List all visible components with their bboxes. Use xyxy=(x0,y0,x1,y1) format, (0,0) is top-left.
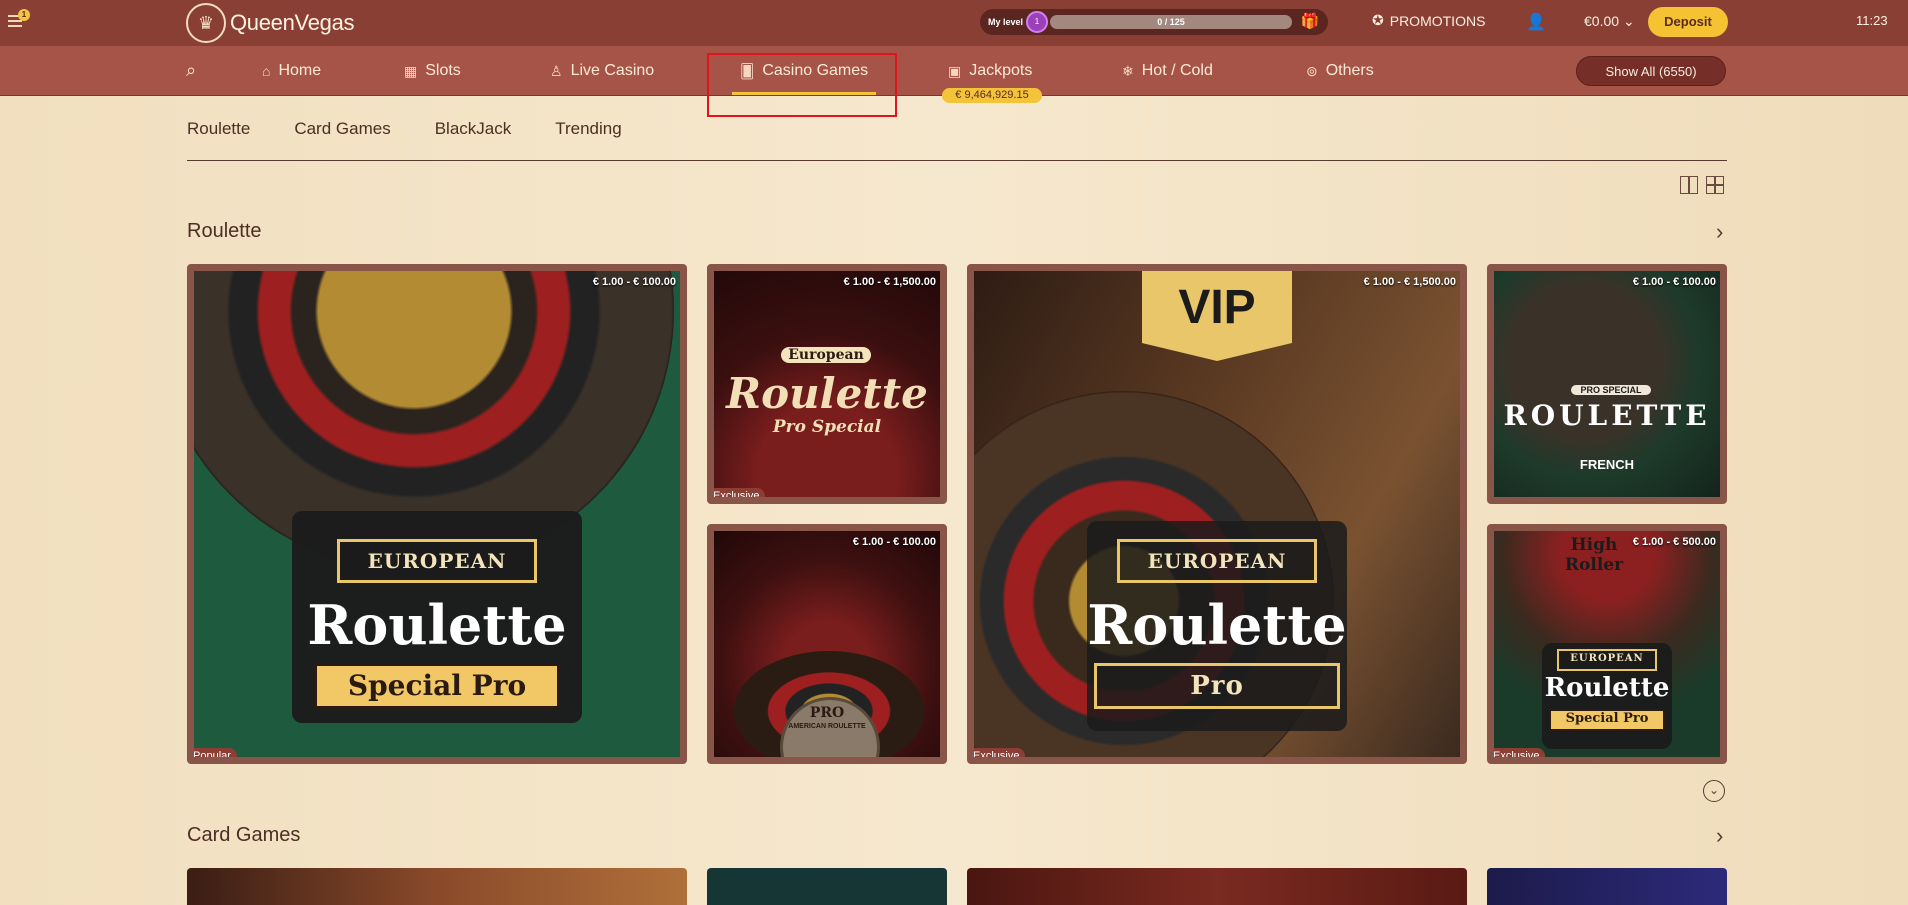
game-tile[interactable] xyxy=(707,868,947,905)
game-title-line1: PRO xyxy=(809,705,845,721)
bet-range: € 1.00 - € 1,500.00 xyxy=(843,276,936,288)
chevron-down-icon: ⌄ xyxy=(1622,13,1635,29)
menu-icon[interactable]: 1 xyxy=(8,9,30,32)
nav-label: Casino Games xyxy=(762,62,869,79)
nav-label: Jackpots xyxy=(969,62,1033,79)
game-tile[interactable]: PRO AMERICAN ROULETTE € 1.00 - € 100.00 xyxy=(707,524,947,764)
level-progress-bar: 0 / 125 xyxy=(1050,15,1292,29)
nav-item-live-casino[interactable]: ♙ Live Casino xyxy=(550,62,654,80)
search-icon[interactable]: ⌕ xyxy=(186,60,206,80)
nav-label: Slots xyxy=(425,62,461,79)
level-progress[interactable]: My level 1 0 / 125 🎁 xyxy=(980,9,1328,35)
user-icon[interactable]: 👤 xyxy=(1526,12,1546,32)
nav-item-others[interactable]: ⊚ Others xyxy=(1306,62,1374,80)
game-tile[interactable]: High Roller EUROPEAN Roulette Special Pr… xyxy=(1487,524,1727,764)
balance-value: €0.00 xyxy=(1584,13,1620,29)
section-title-roulette[interactable]: Roulette xyxy=(187,220,262,243)
nav-item-home[interactable]: ⌂ Home xyxy=(262,62,321,80)
promotions-label: PROMOTIONS xyxy=(1389,12,1486,29)
chevron-right-icon[interactable]: › xyxy=(1716,823,1723,849)
jackpot-amount-badge: € 9,464,929.15 xyxy=(942,88,1042,103)
tab-roulette[interactable]: Roulette xyxy=(187,119,250,139)
subcategory-tabs: Roulette Card Games BlackJack Trending xyxy=(187,119,622,139)
notification-badge: 1 xyxy=(18,9,30,21)
nav-label: Live Casino xyxy=(570,62,655,79)
logo-text: QueenVegas xyxy=(230,10,355,35)
snowflake-icon: ❄ xyxy=(1122,62,1134,79)
bet-range: € 1.00 - € 100.00 xyxy=(592,276,676,288)
game-title-line2: Roulette xyxy=(1544,673,1670,703)
tab-blackjack[interactable]: BlackJack xyxy=(435,119,512,139)
jackpot-icon: ▣ xyxy=(948,62,962,79)
crown-icon: ♛ xyxy=(186,3,226,43)
bet-range: € 1.00 - € 500.00 xyxy=(1632,536,1716,548)
popular-badge: Popular xyxy=(194,748,237,757)
nav-item-slots[interactable]: ▦ Slots xyxy=(404,62,461,80)
home-icon: ⌂ xyxy=(262,63,271,79)
slot-machine-icon: ▦ xyxy=(404,62,418,79)
award-icon: ✪ xyxy=(1372,12,1384,28)
tab-card-games[interactable]: Card Games xyxy=(294,119,390,139)
game-tile[interactable]: EUROPEAN Roulette Special Pro € 1.00 - €… xyxy=(187,264,687,764)
expand-chevron-icon[interactable]: ⌄ xyxy=(1703,780,1725,802)
bet-range: € 1.00 - € 1,500.00 xyxy=(1363,276,1456,288)
balance-dropdown[interactable]: €0.00 ⌄ xyxy=(1584,13,1635,30)
gift-icon[interactable]: 🎁 xyxy=(1300,12,1320,32)
chips-icon: ⊚ xyxy=(1306,62,1318,79)
game-title-line3: Special Pro xyxy=(314,663,560,709)
tab-trending[interactable]: Trending xyxy=(555,119,621,139)
vip-banner: VIP xyxy=(1142,271,1292,361)
game-title-line1: EUROPEAN xyxy=(1117,539,1317,583)
active-underline xyxy=(732,92,877,95)
level-progress-text: 0 / 125 xyxy=(1157,17,1185,27)
top-bar: 1 ♛ QueenVegas My level 1 0 / 125 🎁 ✪ PR… xyxy=(0,0,1908,46)
dealer-icon: ♙ xyxy=(550,62,563,79)
exclusive-badge: Exclusive xyxy=(714,488,766,497)
game-title-line3: FRENCH xyxy=(1579,457,1635,472)
nav-item-casino-games[interactable]: 🂠 Casino Games xyxy=(732,62,877,95)
game-title-line3: Pro xyxy=(1094,663,1340,709)
divider xyxy=(187,160,1727,161)
bet-range: € 1.00 - € 100.00 xyxy=(1632,276,1716,288)
exclusive-badge: Exclusive xyxy=(974,748,1026,757)
game-title-line1: EUROPEAN xyxy=(1557,649,1657,671)
game-title-line1: EUROPEAN xyxy=(337,539,537,583)
layout-mixed-icon[interactable] xyxy=(1680,176,1698,194)
layout-grid-icon[interactable] xyxy=(1706,176,1724,194)
game-title-line2: Roulette xyxy=(1087,593,1347,657)
nav-label: Others xyxy=(1325,62,1374,79)
game-tile[interactable] xyxy=(967,868,1467,905)
nav-label: Home xyxy=(278,62,322,79)
level-label: My level xyxy=(988,17,1024,27)
nav-label: Hot / Cold xyxy=(1141,62,1213,79)
exclusive-badge: Exclusive xyxy=(1494,748,1546,757)
game-title-line2: ROULETTE xyxy=(1503,399,1711,432)
chevron-right-icon[interactable]: › xyxy=(1716,219,1723,245)
game-tile[interactable] xyxy=(187,868,687,905)
section-title-card-games[interactable]: Card Games xyxy=(187,824,300,847)
show-all-button[interactable]: Show All (6550) xyxy=(1576,56,1726,86)
game-title-line1: PRO SPECIAL xyxy=(1571,385,1651,395)
game-title-line1: European xyxy=(781,347,871,363)
game-title-line3: Pro Special xyxy=(772,417,882,437)
logo[interactable]: ♛ QueenVegas xyxy=(186,3,355,43)
game-tile[interactable]: European Roulette Pro Special € 1.00 - €… xyxy=(707,264,947,504)
view-toggle xyxy=(1680,176,1724,194)
bet-range: € 1.00 - € 100.00 xyxy=(852,536,936,548)
cards-icon: 🂠 xyxy=(740,62,755,79)
game-tile[interactable] xyxy=(1487,868,1727,905)
deposit-button[interactable]: Deposit xyxy=(1648,7,1728,37)
game-title-line2: Roulette xyxy=(307,593,567,657)
game-title-line0: High Roller xyxy=(1564,535,1624,575)
game-title-line2: Roulette xyxy=(726,369,928,418)
nav-item-jackpots[interactable]: ▣ Jackpots xyxy=(948,62,1032,80)
promotions-link[interactable]: ✪ PROMOTIONS xyxy=(1372,12,1485,29)
game-tile[interactable]: PRO SPECIAL ROULETTE FRENCH € 1.00 - € 1… xyxy=(1487,264,1727,504)
level-gem-icon: 1 xyxy=(1026,11,1048,33)
clock: 11:23 xyxy=(1856,13,1888,28)
nav-item-hot-cold[interactable]: ❄ Hot / Cold xyxy=(1122,62,1213,80)
game-title-line2: AMERICAN ROULETTE xyxy=(788,723,866,730)
game-tile[interactable]: VIP EUROPEAN Roulette Pro € 1.00 - € 1,5… xyxy=(967,264,1467,764)
game-title-line3: Special Pro xyxy=(1549,709,1665,731)
